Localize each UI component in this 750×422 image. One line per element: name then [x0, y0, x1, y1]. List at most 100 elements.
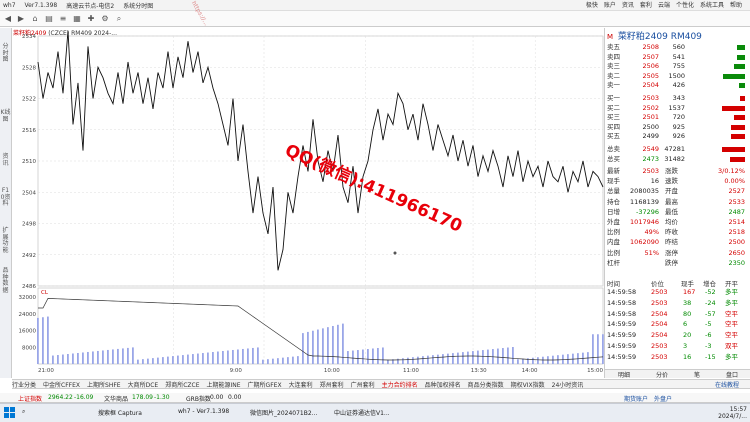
- trade-row[interactable]: 14:59:58 2503 38 -24 多平: [607, 298, 749, 308]
- market-flag-icon: M: [607, 33, 614, 41]
- system-tray[interactable]: 15:57 2024/7/...: [718, 406, 747, 420]
- exchange-tab[interactable]: 郑商所CZCE: [165, 380, 199, 389]
- bids-row[interactable]: 买四 2500 925: [607, 123, 749, 132]
- volume-bar: [322, 328, 324, 364]
- quote-tab-book[interactable]: 盘口: [726, 370, 738, 379]
- volume-bar: [47, 316, 49, 364]
- volume-bar: [132, 347, 134, 364]
- volume-bar: [317, 329, 319, 364]
- exchange-tab[interactable]: 品种加权排名: [425, 380, 461, 389]
- volume-tick-label: 24000: [19, 312, 37, 318]
- volume-bar: [367, 349, 369, 364]
- asks-volume: 1500: [668, 71, 685, 80]
- volume-bar: [517, 359, 519, 364]
- taskbar-item-wechat[interactable]: 微信图片_2024071B2...: [250, 408, 317, 417]
- asks-row[interactable]: 卖四 2507 541: [607, 53, 749, 62]
- volume-bar: [592, 334, 594, 364]
- exchange-tab[interactable]: 郑州套利: [320, 380, 344, 389]
- stat-value-b: 2518: [728, 228, 745, 237]
- exchange-tab[interactable]: 广州套利: [351, 380, 375, 389]
- asks-row[interactable]: 卖一 2504 426: [607, 81, 749, 90]
- taskbar-item-capture[interactable]: 搜索框 Captura: [98, 408, 142, 417]
- volume-bar: [127, 347, 129, 364]
- bids-row[interactable]: 买五 2499 926: [607, 132, 749, 141]
- stat-value-a: 2080035: [630, 187, 659, 196]
- bids-row[interactable]: 买一 2503 343: [607, 94, 749, 103]
- trade-row[interactable]: 14:59:59 2504 6 -5 空平: [607, 319, 749, 329]
- totals-volume-bar: [729, 156, 745, 162]
- exchange-tab[interactable]: 行业分类: [12, 380, 36, 389]
- exchange-tab[interactable]: 大商所DCE: [128, 380, 159, 389]
- asks-price: 2506: [642, 62, 659, 70]
- y-tick-label: 2534: [22, 34, 36, 40]
- volume-bar: [387, 359, 389, 364]
- stat-value-b: 2500: [728, 238, 745, 247]
- quote-tab-detail[interactable]: 明细: [618, 370, 630, 379]
- volume-bar: [112, 349, 114, 364]
- bids-price: 2501: [642, 113, 659, 121]
- volume-bar: [412, 357, 414, 364]
- stat-row: 现手 16 速跌 0.00%: [607, 177, 749, 186]
- trade-row[interactable]: 14:59:59 2503 3 -3 双平: [607, 341, 749, 351]
- quote-tab-tick[interactable]: 笔: [694, 370, 700, 379]
- volume-tick-label: 32000: [19, 295, 37, 301]
- exchange-tab[interactable]: 24小时资讯: [552, 380, 584, 389]
- stat-label-b: 最低: [665, 207, 678, 216]
- trade-row[interactable]: 14:59:59 2503 16 -15 多平: [607, 352, 749, 362]
- asks-row[interactable]: 卖三 2506 755: [607, 62, 749, 71]
- bids-row[interactable]: 买三 2501 720: [607, 113, 749, 122]
- volume-bar: [497, 348, 499, 364]
- bids-volume-bar: [731, 124, 745, 130]
- exchange-tab[interactable]: 上期所SHFE: [87, 380, 121, 389]
- volume-bar: [137, 359, 139, 364]
- cursor-icon: [393, 251, 397, 255]
- status-sh-chg: -16.09: [74, 394, 94, 401]
- volume-bar: [342, 323, 344, 364]
- asks-label: 卖一: [607, 81, 620, 89]
- asks-row[interactable]: 卖二 2505 1500: [607, 72, 749, 81]
- stat-value-a: 51%: [644, 248, 659, 257]
- exchange-tab[interactable]: 上期能源INE: [206, 380, 240, 389]
- quote-symbol: 菜籽粕2409: [617, 32, 668, 42]
- volume-bar: [267, 359, 269, 364]
- exchange-tab[interactable]: 广期所GFEX: [248, 380, 282, 389]
- status-futures-account[interactable]: 期货账户: [624, 394, 648, 403]
- exchange-tab[interactable]: 主力合约排名: [382, 380, 418, 389]
- exchange-tab[interactable]: 中金所CFFEX: [43, 380, 80, 389]
- x-tick-label: 10:00: [324, 368, 340, 374]
- bids-row[interactable]: 买二 2502 1537: [607, 104, 749, 113]
- volume-bar: [177, 355, 179, 364]
- clock-date: 2024/7/...: [718, 413, 747, 420]
- totals-row[interactable]: 总卖 2549 47281: [607, 145, 749, 154]
- exchange-tab[interactable]: 商品分类指数: [468, 380, 504, 389]
- status-grb-val: 0.00: [210, 394, 224, 401]
- asks-price: 2505: [642, 71, 659, 80]
- exchange-tab[interactable]: 大连套利: [289, 380, 313, 389]
- asks-price: 2504: [642, 81, 659, 89]
- windows-start-icon[interactable]: [4, 407, 16, 419]
- status-foreign-account[interactable]: 外盘户: [654, 394, 672, 403]
- asks-volume: 426: [672, 81, 685, 89]
- exchange-tab[interactable]: 期权VIX指数: [511, 380, 545, 389]
- bids-price: 2500: [642, 122, 659, 131]
- trade-row[interactable]: 14:59:58 2503 167 -52 多平: [607, 287, 749, 297]
- volume-bar: [272, 358, 274, 364]
- trade-row[interactable]: 14:59:59 2504 20 -6 空平: [607, 330, 749, 340]
- volume-tick-label: 8000: [22, 345, 36, 351]
- stat-value-b: 0.00%: [724, 177, 745, 186]
- stat-label-b: 昨收: [665, 228, 678, 237]
- quote-tab-price[interactable]: 分价: [656, 370, 668, 379]
- taskbar-search-icon[interactable]: ⌕: [22, 408, 25, 416]
- trade-row[interactable]: 14:59:58 2504 80 -57 空平: [607, 309, 749, 319]
- trade-price: 2503: [651, 352, 668, 361]
- stat-value-b: 2650: [728, 248, 745, 257]
- volume-bar: [167, 356, 169, 364]
- x-tick-label: 15:00: [587, 368, 603, 374]
- taskbar-item-wh7[interactable]: wh7 - Ver7.1.398: [178, 408, 229, 415]
- volume-bar: [252, 347, 254, 364]
- x-tick-label: 11:00: [403, 368, 419, 374]
- taskbar-item-tdx[interactable]: 中山证券通达信V1...: [334, 408, 390, 417]
- totals-row[interactable]: 总买 2473 31482: [607, 155, 749, 164]
- asks-row[interactable]: 卖五 2508 560: [607, 43, 749, 52]
- tutorial-link[interactable]: 在线教程: [715, 380, 739, 389]
